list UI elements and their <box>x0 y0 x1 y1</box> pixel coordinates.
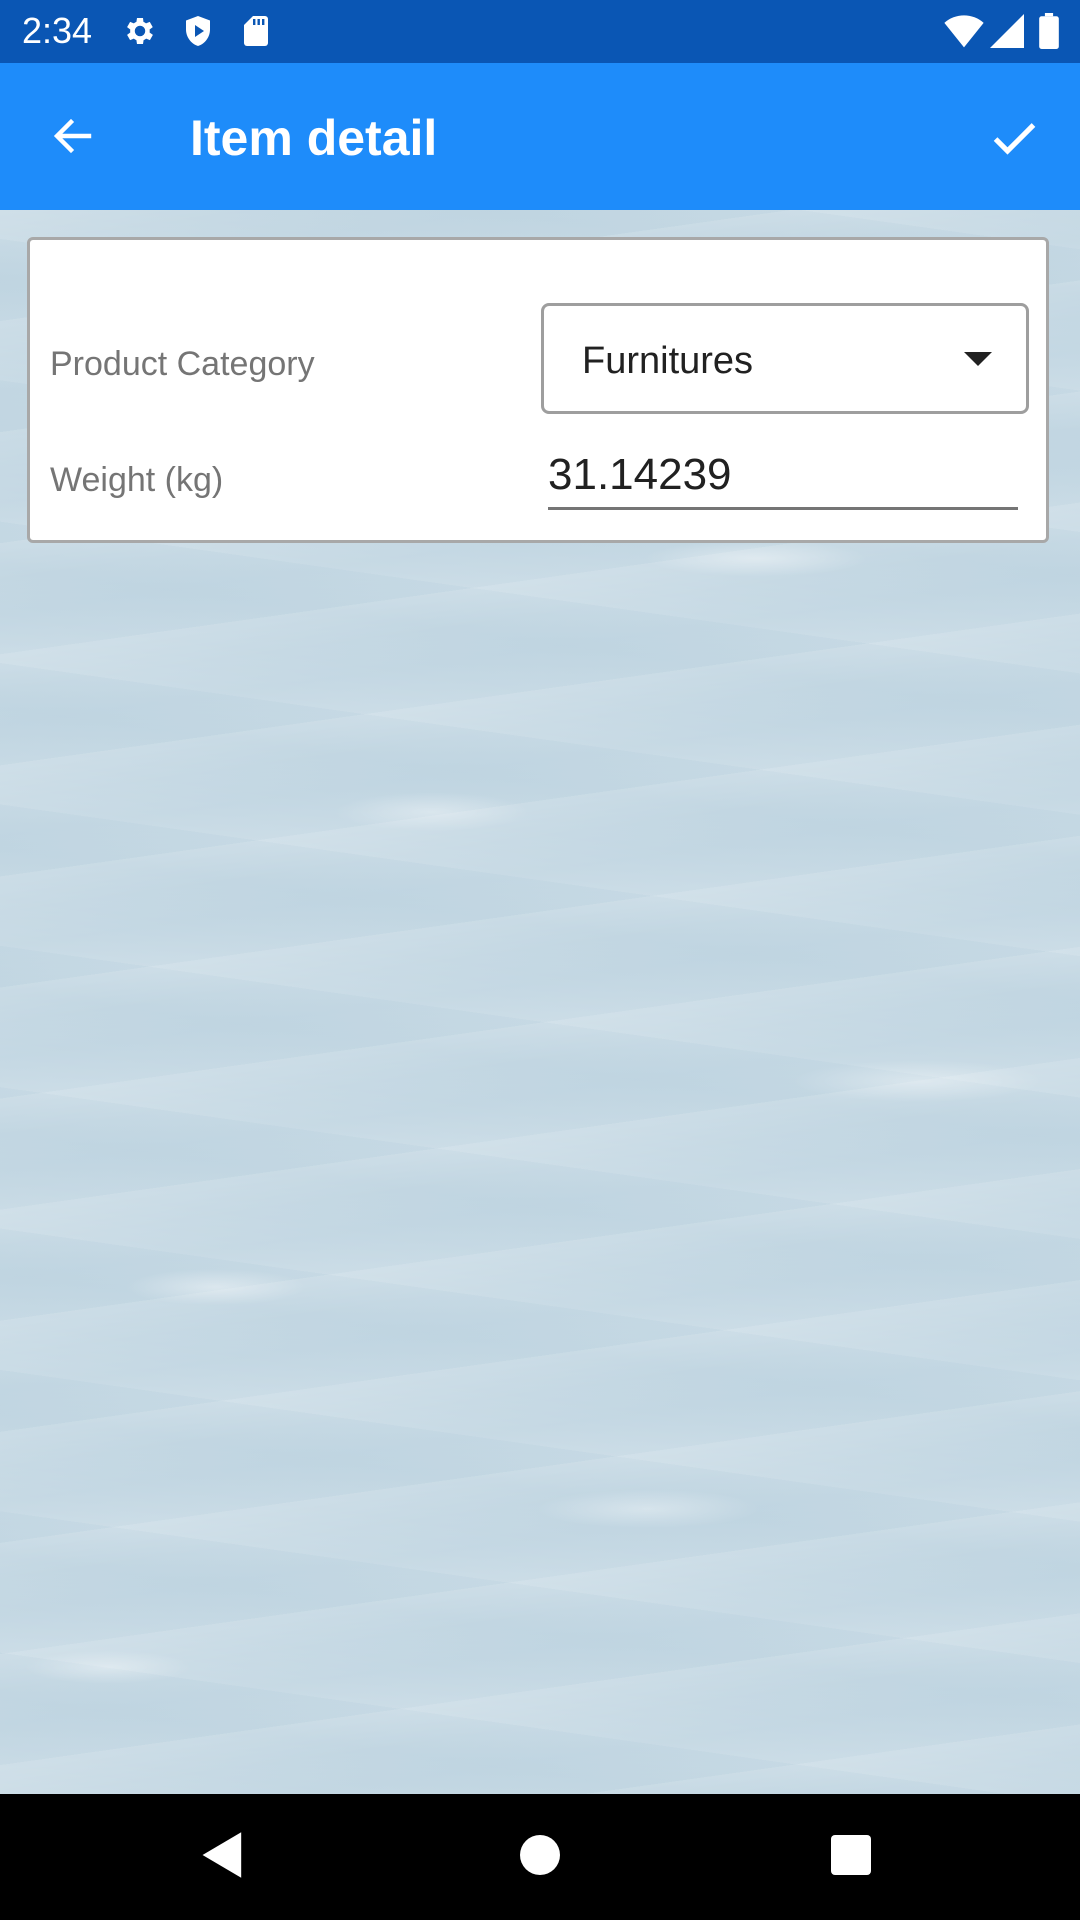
item-detail-card: Product Category Furnitures Weight (kg) <box>27 237 1049 543</box>
sd-card-icon <box>238 13 274 49</box>
weight-input[interactable] <box>548 445 1018 510</box>
weight-label: Weight (kg) <box>50 461 224 499</box>
wifi-icon <box>944 13 984 49</box>
app-bar: Item detail <box>0 63 1080 210</box>
nav-back-button[interactable] <box>190 1824 256 1890</box>
home-circle-icon <box>520 1834 560 1880</box>
category-value: Furnitures <box>582 340 754 382</box>
status-time: 2:34 <box>22 10 93 51</box>
screen: 2:34 Item detail Product Category Furnit… <box>0 0 1080 1920</box>
status-bar: 2:34 <box>0 0 1080 63</box>
page-title: Item detail <box>190 110 438 166</box>
arrow-left-icon <box>49 112 97 165</box>
nav-recents-button[interactable] <box>818 1824 884 1890</box>
back-triangle-icon <box>200 1830 246 1885</box>
shield-play-icon <box>180 13 216 49</box>
navigation-bar <box>0 1794 1080 1920</box>
confirm-button[interactable] <box>978 105 1050 175</box>
battery-icon <box>1038 13 1060 49</box>
category-label: Product Category <box>50 345 315 383</box>
nav-home-button[interactable] <box>507 1824 573 1890</box>
back-button[interactable] <box>36 103 110 173</box>
caret-down-icon <box>964 352 992 366</box>
check-icon <box>988 112 1040 169</box>
gear-icon <box>122 13 158 49</box>
category-dropdown[interactable]: Furnitures <box>541 303 1029 414</box>
cell-signal-icon <box>990 13 1026 49</box>
recents-square-icon <box>831 1834 871 1880</box>
